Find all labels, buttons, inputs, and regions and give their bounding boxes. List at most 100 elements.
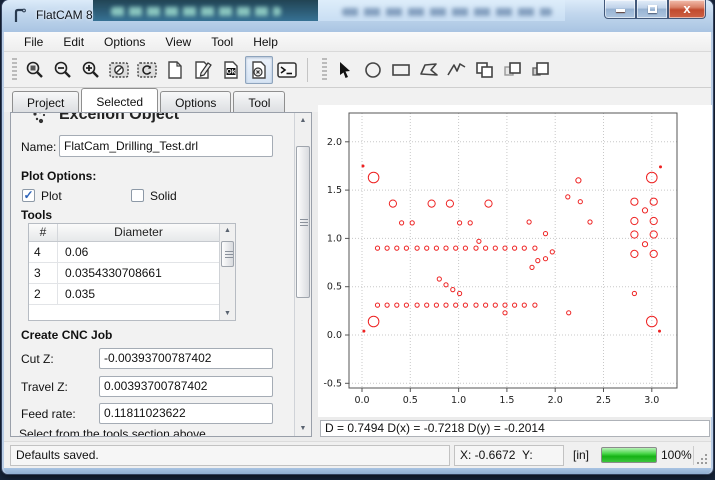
x-tick-label: 0.0 <box>354 395 369 406</box>
panel-scroll-up-icon[interactable]: ▲ <box>295 117 311 124</box>
drill-marker <box>375 303 379 307</box>
toolbar: Ok <box>4 52 711 88</box>
minimize-button[interactable] <box>604 0 636 19</box>
drill-marker <box>566 195 570 199</box>
delete-object-button[interactable] <box>245 56 273 84</box>
close-button[interactable]: x <box>668 0 706 19</box>
tab-tool[interactable]: Tool <box>233 91 285 112</box>
panel-scrollbar-thumb[interactable] <box>296 146 310 298</box>
cursor-coordinates: X: -0.6672 Y: 1.4359 <box>454 445 564 466</box>
progress-percent: 100% <box>661 448 692 462</box>
path-tool-button[interactable] <box>443 56 471 84</box>
new-object-button[interactable] <box>161 56 189 84</box>
toolbar-drag-handle[interactable] <box>12 58 17 82</box>
drill-marker <box>631 217 638 224</box>
edit-drawing-icon <box>193 60 213 80</box>
svg-text:Ok: Ok <box>227 68 236 75</box>
tool-diameter[interactable]: 0.06 <box>58 242 219 262</box>
tools-table-body: 40.0630.035433070866120.035 <box>29 242 219 305</box>
menu-help[interactable]: Help <box>243 33 288 51</box>
edit-drawing-button[interactable] <box>189 56 217 84</box>
tool-number[interactable]: 3 <box>29 263 58 283</box>
pointer-tool-button[interactable] <box>331 56 359 84</box>
menu-edit[interactable]: Edit <box>53 33 94 51</box>
tool-diameter[interactable]: 0.0354330708661 <box>58 263 219 283</box>
tool-row[interactable]: 20.035 <box>29 284 219 305</box>
ok-object-button[interactable]: Ok <box>217 56 245 84</box>
tool-row[interactable]: 30.0354330708661 <box>29 263 219 284</box>
tool-row[interactable]: 40.06 <box>29 242 219 263</box>
drill-marker <box>454 303 458 307</box>
y-tick-label: 1.0 <box>327 233 342 244</box>
panel-scrollbar[interactable]: ▲ ▼ <box>294 113 311 436</box>
solid-checkbox[interactable]: ✓ <box>131 189 144 202</box>
drill-marker <box>642 242 647 247</box>
drill-marker <box>533 303 537 307</box>
tool-number[interactable]: 2 <box>29 284 58 304</box>
drill-marker <box>650 217 657 224</box>
polygon-tool-icon <box>418 61 440 79</box>
intersect-tool-button[interactable] <box>527 56 555 84</box>
name-input[interactable]: FlatCam_Drilling_Test.drl <box>59 135 273 157</box>
scroll-up-icon[interactable]: ▲ <box>220 227 235 234</box>
tab-project[interactable]: Project <box>12 91 79 112</box>
tab-options[interactable]: Options <box>160 91 231 112</box>
circle-tool-button[interactable] <box>359 56 387 84</box>
subtract-tool-button[interactable] <box>499 56 527 84</box>
drill-marker <box>660 166 662 168</box>
travel-z-input[interactable]: 0.00393700787402 <box>99 376 273 397</box>
panel-scroll-down-icon[interactable]: ▼ <box>295 425 311 432</box>
tools-table-header[interactable]: # Diameter <box>29 224 235 242</box>
clear-plot-button[interactable] <box>105 56 133 84</box>
tools-table-scrollbar[interactable]: ▲ ▼ <box>219 224 235 320</box>
drill-marker <box>415 246 419 250</box>
menu-file[interactable]: File <box>14 33 53 51</box>
rectangle-tool-button[interactable] <box>387 56 415 84</box>
content-area: Excellon Object Name: FlatCam_Drilling_T… <box>4 112 711 441</box>
drill-marker <box>631 231 638 238</box>
rectangle-tool-icon <box>390 61 412 79</box>
cut-z-input[interactable]: -0.00393700787402 <box>99 348 273 369</box>
union-tool-button[interactable] <box>471 56 499 84</box>
zoom-out-button[interactable] <box>49 56 77 84</box>
tools-scrollbar-thumb[interactable] <box>221 241 234 267</box>
toolbar-drag-handle-2[interactable] <box>322 58 327 82</box>
console-button[interactable] <box>273 56 301 84</box>
title-bar[interactable]: FlatCAM 8 x <box>2 0 713 32</box>
tool-number[interactable]: 4 <box>29 242 58 262</box>
column-header-diameter[interactable]: Diameter <box>58 224 219 241</box>
zoom-in-button[interactable] <box>77 56 105 84</box>
polygon-tool-button[interactable] <box>415 56 443 84</box>
tab-selected[interactable]: Selected <box>81 88 158 112</box>
replot-button[interactable] <box>133 56 161 84</box>
y-tick-label: 1.5 <box>327 185 342 196</box>
plot-checkbox-label[interactable]: Plot <box>41 189 62 203</box>
background-window-strip <box>93 0 318 21</box>
plot-checkbox[interactable]: ✓ <box>22 189 35 202</box>
solid-checkbox-label[interactable]: Solid <box>150 189 177 203</box>
feed-rate-input[interactable]: 0.11811023622 <box>99 403 273 424</box>
maximize-button[interactable] <box>636 0 668 19</box>
statusbar-separator <box>693 446 694 465</box>
menu-options[interactable]: Options <box>94 33 155 51</box>
x-tick-label: 1.0 <box>451 395 466 406</box>
cut-z-label: Cut Z: <box>21 352 54 366</box>
drill-marker <box>368 316 379 327</box>
zoom-in-icon <box>81 60 101 80</box>
drill-marker <box>632 291 636 295</box>
x-tick-label: 0.5 <box>403 395 418 406</box>
tool-diameter[interactable]: 0.035 <box>58 284 219 304</box>
column-header-number[interactable]: # <box>29 224 58 241</box>
drill-marker <box>536 259 540 263</box>
menu-view[interactable]: View <box>155 33 201 51</box>
units-indicator: [in] <box>573 448 589 462</box>
scroll-down-icon[interactable]: ▼ <box>220 310 235 317</box>
drill-marker <box>642 208 647 213</box>
path-tool-icon <box>446 61 468 79</box>
zoom-fit-button[interactable] <box>21 56 49 84</box>
y-tick-label: 0.0 <box>327 330 342 341</box>
tools-table[interactable]: # Diameter 40.0630.035433070866120.035 ▲… <box>28 223 236 321</box>
menu-tool[interactable]: Tool <box>201 33 243 51</box>
plot-canvas[interactable]: 0.00.51.01.52.02.53.0-0.50.00.51.01.52.0 <box>318 105 712 417</box>
resize-grip[interactable] <box>696 453 707 464</box>
